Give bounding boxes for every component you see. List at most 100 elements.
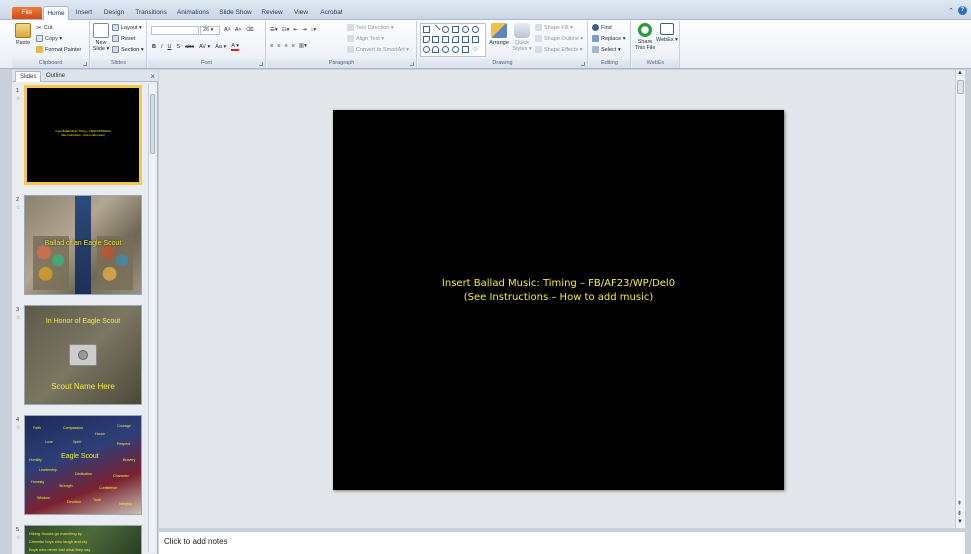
arrange-button[interactable]: Arrange <box>488 23 510 46</box>
section-button[interactable]: Section ▾ <box>112 46 144 53</box>
shadow-button[interactable]: S <box>177 44 181 50</box>
share-this-file-button[interactable]: Share This File <box>634 23 656 51</box>
shape-effects-button[interactable]: Shape Effects ▾ <box>535 46 582 53</box>
tab-review[interactable]: Review <box>261 6 283 20</box>
copy-button[interactable]: Copy ▾ <box>36 35 62 42</box>
font-color-button[interactable]: A ▾ <box>231 43 239 51</box>
align-text-label: Align Text ▾ <box>356 35 385 42</box>
replace-button[interactable]: Replace ▾ <box>592 35 625 42</box>
align-center-icon[interactable]: ≡ <box>277 43 280 49</box>
camera-placeholder-icon <box>69 344 97 366</box>
tab-design[interactable]: Design <box>103 6 125 20</box>
justify-icon[interactable]: ≡ <box>292 43 295 49</box>
slides-pane-scrollbar[interactable] <box>148 84 155 552</box>
transition-star-icon: ☆ <box>16 425 21 431</box>
slide-thumbnail-4[interactable]: Faith Compassion Courage Honor Love Spir… <box>24 415 142 515</box>
slide-thumbnail-1[interactable]: Insert Ballad Music: Timing – FB/AF23/WP… <box>24 85 142 185</box>
find-button[interactable]: Find <box>592 24 612 31</box>
scrollbar-thumb[interactable] <box>150 94 155 154</box>
slide-instruction-line-1[interactable]: Insert Ballad Music: Timing – FB/AF23/WP… <box>333 278 784 289</box>
slide-thumbnail-2[interactable]: Ballad of an Eagle Scout <box>24 195 142 295</box>
new-slide-button[interactable]: New Slide ▾ <box>92 23 110 52</box>
reset-button[interactable]: Reset <box>112 35 135 42</box>
previous-slide-icon[interactable]: ⇞ <box>957 500 962 507</box>
slide-instruction-line-2[interactable]: (See Instructions – How to add music) <box>333 292 784 303</box>
tab-transitions[interactable]: Transitions <box>134 6 168 20</box>
italic-button[interactable]: I <box>161 44 163 50</box>
find-label: Find <box>601 24 612 31</box>
clipboard-launcher-icon[interactable] <box>83 62 87 66</box>
paragraph-launcher-icon[interactable] <box>410 62 414 66</box>
word-cloud-item: Courage <box>117 424 131 428</box>
webex-button[interactable]: WebEx ▾ <box>656 23 678 43</box>
close-pane-icon[interactable]: × <box>150 72 155 81</box>
notes-placeholder[interactable]: Click to add notes <box>164 537 228 546</box>
shape-outline-button[interactable]: Shape Outline ▾ <box>535 35 583 42</box>
line-spacing-icon[interactable]: ↕▾ <box>311 27 317 33</box>
strikethrough-button[interactable]: abc <box>185 44 194 50</box>
scrollbar-thumb[interactable] <box>957 80 964 94</box>
tab-file[interactable]: File <box>12 7 42 19</box>
clipboard-group: Paste ✂ Cut Copy ▾ Format Painter Clipbo… <box>12 21 90 68</box>
slide-number: 2 <box>16 197 20 203</box>
grow-font-button[interactable]: A˄ <box>224 27 231 33</box>
tab-slides[interactable]: Slides <box>15 71 42 82</box>
underline-button[interactable]: U <box>168 44 172 50</box>
bold-button[interactable]: B <box>152 44 156 50</box>
format-painter-button[interactable]: Format Painter <box>36 46 81 53</box>
layout-button[interactable]: Layout ▾ <box>112 24 142 31</box>
tab-insert[interactable]: Insert <box>74 6 94 20</box>
paintbrush-icon <box>36 46 43 53</box>
word-cloud-item: Dedication <box>75 472 92 476</box>
char-spacing-button[interactable]: AV ▾ <box>199 44 210 50</box>
minimize-ribbon-icon[interactable]: ⌃ <box>948 7 954 15</box>
tab-acrobat[interactable]: Acrobat <box>318 6 345 20</box>
help-icon[interactable]: ? <box>958 6 967 15</box>
slide-thumbnail-3[interactable]: In Honor of Eagle Scout Scout Name Here <box>24 305 142 405</box>
scroll-up-icon[interactable]: ▲ <box>957 70 963 76</box>
current-slide[interactable]: Insert Ballad Music: Timing – FB/AF23/WP… <box>333 110 784 490</box>
shape-fill-button[interactable]: Shape Fill ▾ <box>535 24 573 31</box>
word-cloud-item: Devotion <box>67 500 82 504</box>
drawing-launcher-icon[interactable] <box>581 62 585 66</box>
increase-indent-icon[interactable]: ⇥ <box>302 27 307 33</box>
word-cloud-item: Spirit <box>73 440 82 444</box>
numbering-icon[interactable]: ☷▾ <box>282 27 290 33</box>
lyric-line: Cheerful boys who laugh and cry <box>29 539 88 544</box>
text-direction-button[interactable]: Text Direction ▾ <box>347 24 394 31</box>
align-left-icon[interactable]: ≡ <box>270 43 273 49</box>
next-slide-icon[interactable]: ⇟ <box>957 510 962 517</box>
notes-pane[interactable]: Click to add notes <box>159 529 965 554</box>
convert-smartart-button[interactable]: Convert to SmartArt ▾ <box>347 46 409 53</box>
columns-icon[interactable]: ▥▾ <box>299 43 307 49</box>
tab-view[interactable]: View <box>292 6 310 20</box>
decrease-indent-icon[interactable]: ⇤ <box>293 27 298 33</box>
align-buttons: ≡ ≡ ≡ ≡ ▥▾ <box>270 43 307 49</box>
smartart-icon <box>347 46 354 53</box>
tab-slide-show[interactable]: Slide Show <box>219 6 252 20</box>
font-group-label: Font <box>148 59 265 68</box>
slide-thumbnail-5[interactable]: Hiking Scouts go marching by Cheerful bo… <box>24 525 142 554</box>
paste-button[interactable]: Paste <box>14 23 32 46</box>
tab-outline[interactable]: Outline <box>42 71 69 82</box>
align-text-button[interactable]: Align Text ▾ <box>347 35 384 42</box>
shrink-font-button[interactable]: A˅ <box>235 27 242 33</box>
bullets-icon[interactable]: ☰▾ <box>270 27 278 33</box>
scroll-down-icon[interactable]: ▼ <box>957 519 963 525</box>
tab-home[interactable]: Home <box>43 6 69 21</box>
word-cloud-item: Compassion <box>63 426 83 430</box>
change-case-button[interactable]: Aa ▾ <box>215 44 226 50</box>
slides-pane-tabs: Slides Outline × <box>12 70 158 82</box>
slide-scrollbar[interactable]: ▲ ⇞ ⇟ ▼ <box>955 70 965 528</box>
tab-animations[interactable]: Animations <box>176 6 210 20</box>
shapes-gallery[interactable]: ☆ <box>420 23 486 57</box>
align-right-icon[interactable]: ≡ <box>284 43 287 49</box>
layout-icon <box>112 24 119 31</box>
font-launcher-icon[interactable] <box>259 62 263 66</box>
cut-button[interactable]: ✂ Cut <box>36 24 52 33</box>
clear-format-button[interactable]: ⌫ <box>246 27 254 33</box>
select-button[interactable]: Select ▾ <box>592 46 621 53</box>
font-name-combo[interactable] <box>151 26 199 35</box>
font-size-combo[interactable]: 26 ▾ <box>200 26 220 35</box>
quick-styles-button[interactable]: Quick Styles ▾ <box>511 23 533 52</box>
